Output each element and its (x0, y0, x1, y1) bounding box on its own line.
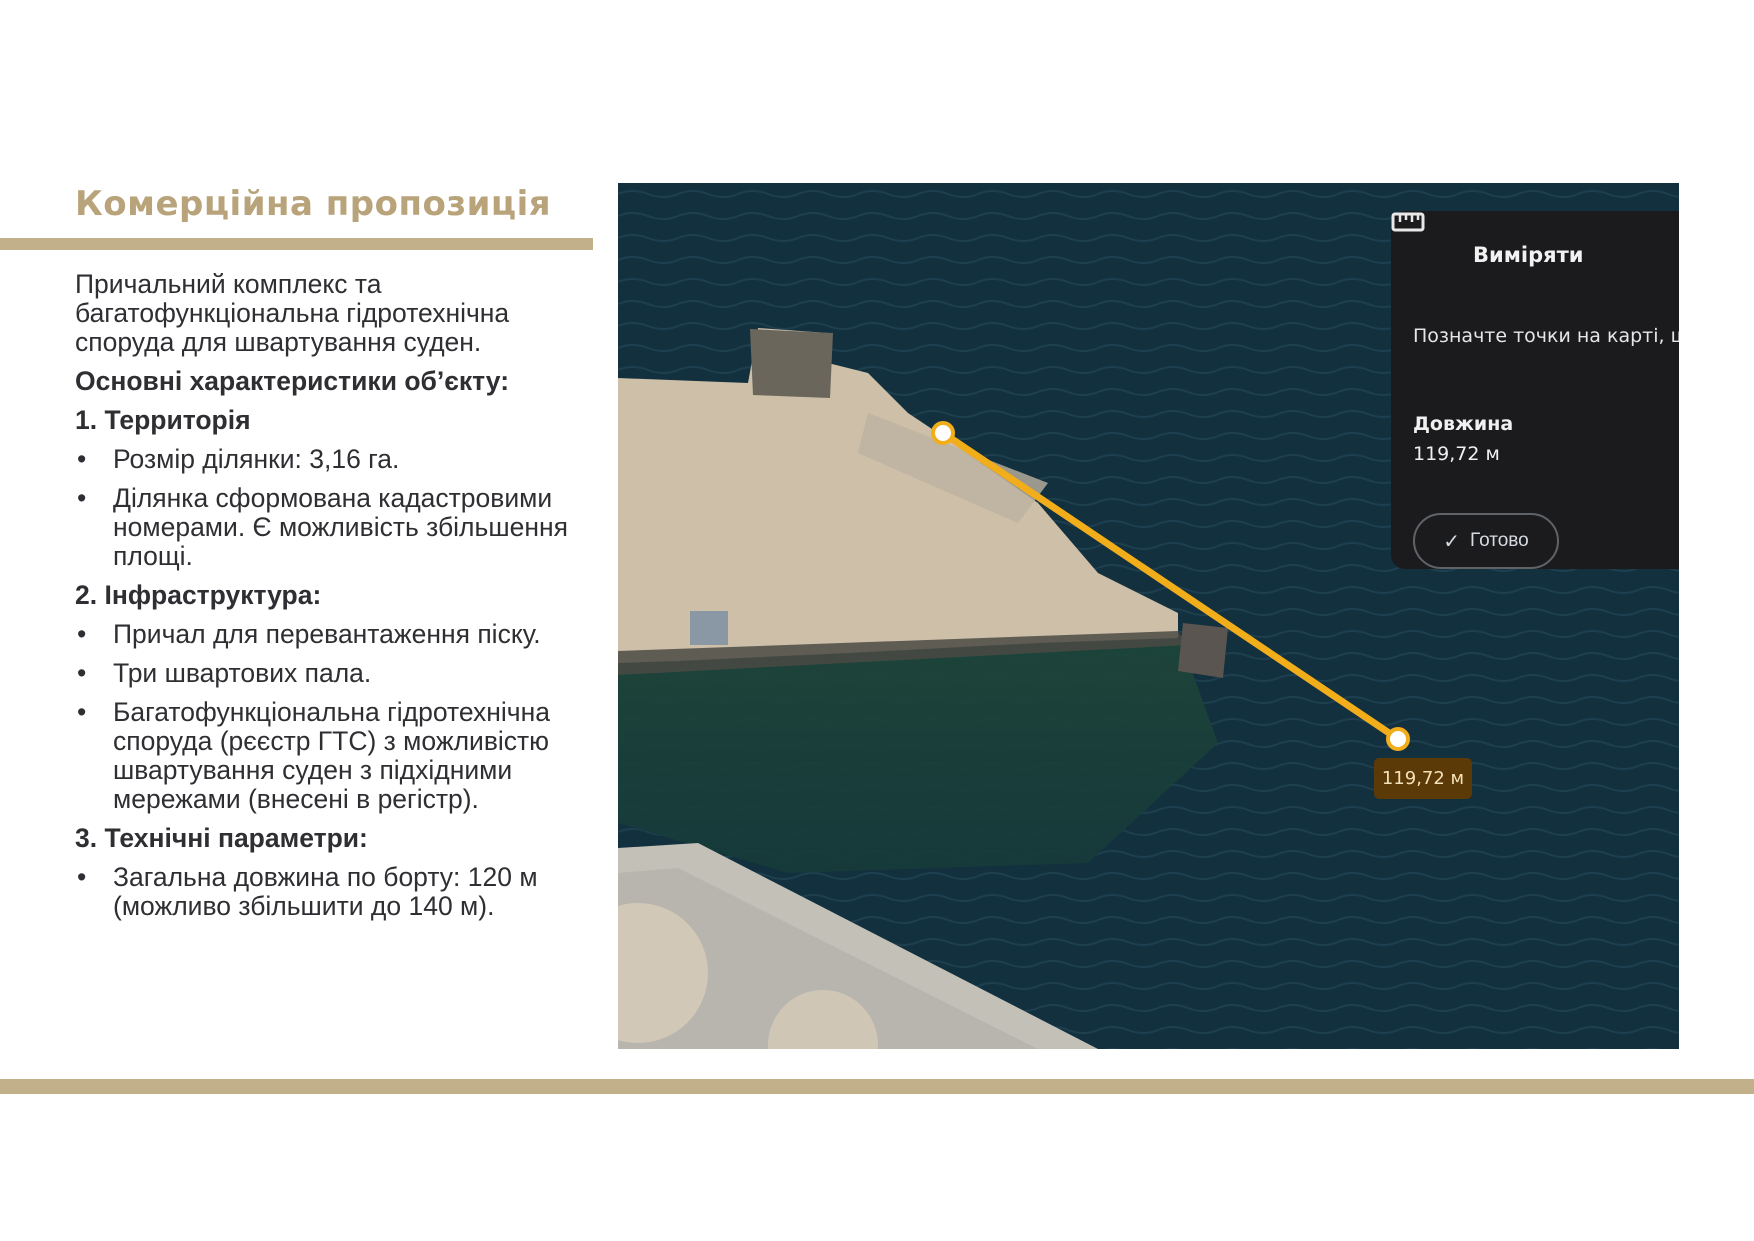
title-divider (0, 238, 593, 250)
bullet-icon: • (77, 483, 87, 513)
list-item: • Причал для перевантаження піску. (77, 619, 541, 649)
done-label: Готово (1470, 530, 1529, 551)
bullet-icon: • (77, 619, 87, 649)
page-title: Комерційна пропозиція (75, 184, 552, 224)
ruler-icon (1391, 212, 1425, 232)
pier-platform (1178, 623, 1228, 678)
panel-title: Виміряти (1473, 243, 1584, 267)
distance-label: 119,72 м (1374, 758, 1472, 799)
measure-point-end[interactable] (1386, 727, 1410, 751)
section-heading-territory: 1. Территорія (75, 405, 251, 435)
small-building (690, 611, 728, 645)
list-item: • Багатофункціональна гідротехнічна спору… (77, 697, 550, 814)
technical-list: • Загальна довжина по борту: 120 м (можли… (75, 863, 595, 921)
length-value: 119,72 м (1413, 443, 1500, 465)
section-heading-infrastructure: 2. Інфраструктура: (75, 580, 322, 610)
bullet-icon: • (77, 697, 87, 727)
description-column: Причальний комплекс та багатофункціональ… (75, 270, 595, 931)
list-item: • Загальна довжина по борту: 120 м (можли… (77, 862, 538, 921)
measure-point-start[interactable] (931, 421, 955, 445)
intro-text: Причальний комплекс та багатофункціональ… (75, 269, 510, 357)
bullet-icon: • (77, 862, 87, 892)
measure-panel: Виміряти Позначте точки на карті, щ площ… (1391, 211, 1679, 569)
satellite-map[interactable]: 119,72 м Виміряти Позначте точки на карт… (618, 183, 1679, 1049)
bullet-icon: • (77, 658, 87, 688)
section-heading-technical: 3. Технічні параметри: (75, 823, 368, 853)
length-label: Довжина (1413, 413, 1514, 435)
infrastructure-list: • Причал для перевантаження піску. • Три ш… (75, 620, 595, 814)
bullet-icon: • (77, 444, 87, 474)
pier-structure (750, 329, 833, 398)
panel-hint: Позначте точки на карті, щ площу (1413, 325, 1679, 347)
list-item: • Ділянка сформована кадастровими номерам… (77, 483, 568, 571)
territory-list: • Розмір ділянки: 3,16 га. • Ділянка сформ… (75, 445, 595, 571)
check-icon: ✓ (1443, 530, 1461, 553)
list-item: • Три швартових пала. (77, 658, 372, 688)
characteristics-heading: Основні характеристики об’єкту: (75, 366, 510, 396)
bottom-divider (0, 1079, 1754, 1094)
list-item: • Розмір ділянки: 3,16 га. (77, 444, 400, 474)
done-button[interactable]: ✓ Готово (1413, 513, 1559, 569)
